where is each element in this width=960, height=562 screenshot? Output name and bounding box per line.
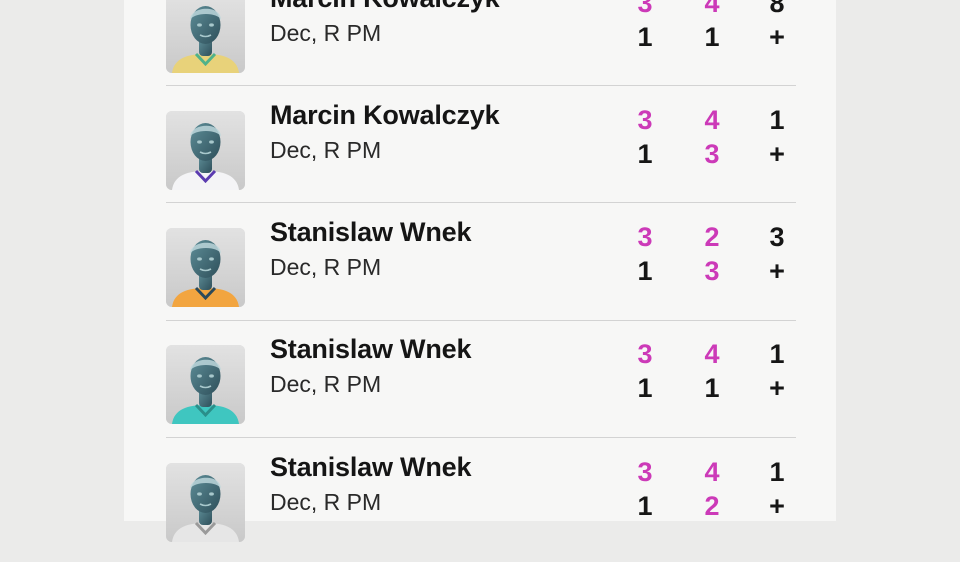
- stat-top-1: 3: [637, 457, 653, 487]
- player-avatar: [166, 228, 245, 307]
- stat-top-2: 4: [704, 0, 720, 18]
- stat-top-3: 1: [769, 339, 785, 369]
- expand-plus-icon[interactable]: +: [762, 139, 792, 169]
- match-date: Dec, R PM: [270, 371, 382, 397]
- row-divider: [166, 202, 796, 203]
- expand-plus-icon[interactable]: +: [762, 256, 792, 286]
- stat-bottom-1: 1: [637, 373, 653, 403]
- stat-bottom-1: 1: [637, 139, 653, 169]
- player-portrait-icon: [166, 228, 245, 307]
- stat-top-1: 3: [637, 339, 653, 369]
- stat-bottom-2: 3: [704, 256, 720, 286]
- player-row[interactable]: Marcin Kowalczyk Dec, R PM 3 4 8 1 1 +: [166, 0, 796, 93]
- player-avatar: [166, 345, 245, 424]
- player-avatar: [166, 0, 245, 73]
- player-portrait-icon: [166, 111, 245, 190]
- match-date: Dec, R PM: [270, 20, 382, 46]
- expand-plus-icon[interactable]: +: [762, 491, 792, 521]
- player-name: Marcin Kowalczyk: [270, 0, 500, 14]
- stat-top-1: 3: [637, 105, 653, 135]
- row-divider: [166, 85, 796, 86]
- stat-bottom-2: 3: [704, 139, 720, 169]
- player-portrait-icon: [166, 463, 245, 542]
- player-name: Stanislaw Wnek: [270, 452, 472, 482]
- player-avatar: [166, 463, 245, 542]
- player-row[interactable]: Marcin Kowalczyk Dec, R PM 3 4 1 1 3 +: [166, 93, 796, 210]
- match-date: Dec, R PM: [270, 137, 382, 163]
- stat-bottom-2: 1: [704, 22, 720, 52]
- stat-bottom-1: 1: [637, 22, 653, 52]
- match-date: Dec, R PM: [270, 489, 382, 515]
- stat-top-2: 4: [704, 457, 720, 487]
- stat-bottom-1: 1: [637, 491, 653, 521]
- stat-top-1: 3: [637, 222, 653, 252]
- player-portrait-icon: [166, 345, 245, 424]
- stat-top-2: 4: [704, 105, 720, 135]
- stat-top-2: 4: [704, 339, 720, 369]
- row-divider: [166, 320, 796, 321]
- expand-plus-icon[interactable]: +: [762, 373, 792, 403]
- stat-bottom-1: 1: [637, 256, 653, 286]
- player-name: Marcin Kowalczyk: [270, 100, 500, 130]
- stat-top-3: 3: [769, 222, 785, 252]
- stat-top-2: 2: [704, 222, 720, 252]
- expand-plus-icon[interactable]: +: [762, 22, 792, 52]
- stat-top-3: 1: [769, 457, 785, 487]
- stat-top-1: 3: [637, 0, 653, 18]
- match-date: Dec, R PM: [270, 254, 382, 280]
- player-portrait-icon: [166, 0, 245, 73]
- stat-top-3: 8: [769, 0, 785, 18]
- player-name: Stanislaw Wnek: [270, 334, 472, 364]
- player-row[interactable]: Stanislaw Wnek Dec, R PM 3 2 3 1 3 +: [166, 210, 796, 327]
- player-row[interactable]: Stanislaw Wnek Dec, R PM 3 4 1 1 2 +: [166, 445, 796, 562]
- stat-bottom-2: 1: [704, 373, 720, 403]
- stat-top-3: 1: [769, 105, 785, 135]
- player-avatar: [166, 111, 245, 190]
- row-divider: [166, 437, 796, 438]
- player-name: Stanislaw Wnek: [270, 217, 472, 247]
- stat-bottom-2: 2: [704, 491, 720, 521]
- player-row[interactable]: Stanislaw Wnek Dec, R PM 3 4 1 1 1 +: [166, 327, 796, 444]
